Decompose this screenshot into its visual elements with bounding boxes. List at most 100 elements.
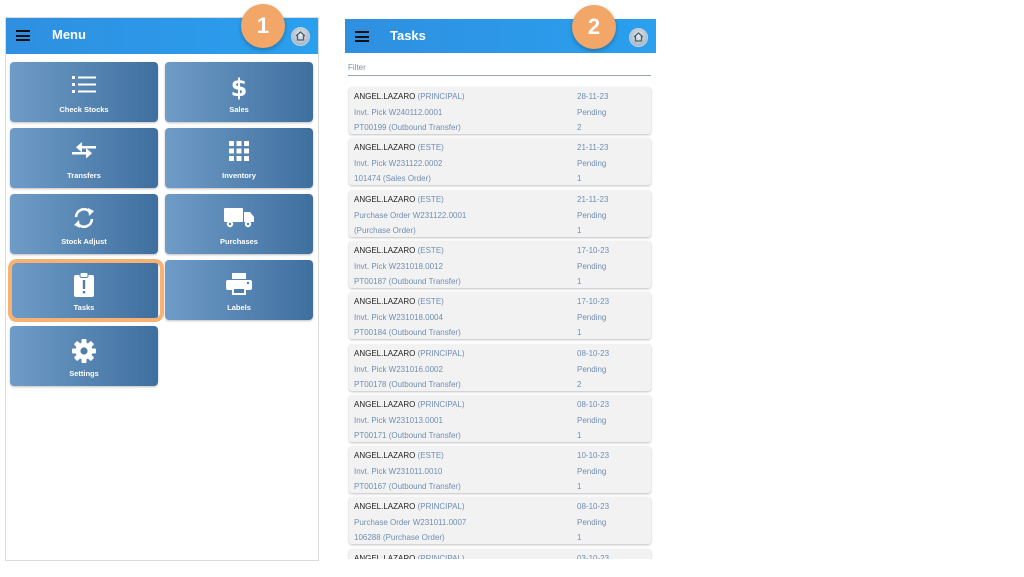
task-date: 28-11-23 [577,92,609,101]
truck-icon [165,206,313,232]
task-branch: (PRINCIPAL) [417,92,465,101]
task-card[interactable]: ANGEL.LAZARO (PRINCIPAL) Purchase Order W… [349,497,651,545]
task-title-line: ANGEL.LAZARO (ESTE) [354,246,444,255]
filter-input[interactable]: Filter [348,61,651,76]
menu-tile-label: Tasks [73,303,95,312]
menu-tile-label: Purchases [220,237,258,246]
task-card[interactable]: ANGEL.LAZARO (PRINCIPAL) Invt. Pick W2401… [349,87,651,134]
page-title: Menu [52,27,86,42]
task-reference: PT00184 (Outbound Transfer) [354,328,461,338]
home-icon[interactable] [291,27,310,46]
task-title-line: ANGEL.LAZARO (ESTE) [354,195,444,204]
task-quantity: 1 [577,225,582,235]
menu-tile-purchases[interactable]: Purchases [165,194,313,254]
task-user: ANGEL.LAZARO [354,297,416,307]
task-status: Pending [577,313,607,323]
task-status: Pending [577,261,607,271]
list-icon [10,74,158,100]
hamburger-menu-icon[interactable] [16,30,30,41]
task-date: 08-10-23 [577,348,610,358]
task-reference: PT00167 (Outbound Transfer) [354,482,461,492]
gear-icon [10,338,158,364]
task-quantity: 1 [577,276,582,286]
page-title: Tasks [390,28,426,43]
task-document: Invt. Pick W231016.0002 [354,364,443,374]
menu-tile-check-stocks[interactable]: Check Stocks [10,62,158,122]
task-document: Invt. Pick W231013.0001 [354,415,443,425]
task-user: ANGEL.LAZARO [354,92,416,101]
task-branch: (ESTE) [417,194,444,204]
task-quantity: 1 [577,482,582,492]
task-status: Pending [577,518,607,528]
task-date: 08-10-23 [577,399,610,409]
menu-tile-label: Check Stocks [59,105,109,114]
task-title-line: ANGEL.LAZARO (PRINCIPAL) [354,502,465,511]
task-card[interactable]: ANGEL.LAZARO (PRINCIPAL) Invt. Pick W2310… [349,394,651,442]
menu-tile-label: Transfers [67,171,101,180]
transfer-arrows-icon [10,140,158,166]
menu-tile-sales[interactable]: $ Sales [165,62,313,122]
task-title-line: ANGEL.LAZARO (ESTE) [354,297,444,306]
task-user: ANGEL.LAZARO [354,553,416,559]
task-document: Invt. Pick W231018.0004 [354,313,443,323]
menu-tile-inventory[interactable]: Inventory [165,128,313,188]
hamburger-menu-icon[interactable] [355,31,369,42]
task-card[interactable]: ANGEL.LAZARO (PRINCIPAL) Invt. Pick W2310… [349,343,651,391]
task-user: ANGEL.LAZARO [354,194,416,204]
task-title-line: ANGEL.LAZARO (ESTE) [354,451,444,460]
menu-tile-transfers[interactable]: Transfers [10,128,158,188]
task-user: ANGEL.LAZARO [354,143,416,153]
task-card[interactable]: ANGEL.LAZARO (ESTE) Purchase Order W23112… [349,189,651,237]
task-reference: 106288 (Purchase Order) [354,533,445,543]
menu-tile-labels[interactable]: Labels [165,260,313,320]
task-status: Pending [577,467,607,477]
filter-placeholder: Filter [348,63,366,72]
menu-tile-label: Sales [229,105,249,114]
task-title-line: ANGEL.LAZARO (PRINCIPAL) [354,400,465,409]
task-card[interactable]: ANGEL.LAZARO (ESTE) Invt. Pick W231011.00… [349,446,651,494]
task-reference: PT00178 (Outbound Transfer) [354,379,461,389]
task-card[interactable]: ANGEL.LAZARO (PRINCIPAL) 03-10-23 [349,548,651,559]
menu-screen: Menu Check Stocks $ Sales Transfers Inve… [5,17,319,561]
printer-icon [165,272,313,298]
task-date: 17-10-23 [577,297,610,307]
menu-tile-label: Settings [69,369,99,378]
task-reference: PT00171 (Outbound Transfer) [354,430,461,440]
task-card[interactable]: ANGEL.LAZARO (ESTE) Invt. Pick W231018.00… [349,292,651,340]
task-quantity: 1 [577,174,582,184]
task-quantity: 2 [577,379,582,389]
task-status: Pending [577,159,607,169]
task-document: Invt. Pick W231122.0002 [354,159,443,169]
menu-tile-stock-adjust[interactable]: Stock Adjust [10,194,158,254]
task-quantity: 1 [577,430,582,440]
task-quantity: 1 [577,328,582,338]
task-user: ANGEL.LAZARO [354,502,416,512]
home-icon[interactable] [629,28,648,47]
task-user: ANGEL.LAZARO [354,245,416,255]
task-user: ANGEL.LAZARO [354,451,416,461]
task-date: 17-10-23 [577,245,610,255]
task-card[interactable]: ANGEL.LAZARO (ESTE) Invt. Pick W231122.00… [349,138,651,186]
task-document: Invt. Pick W240112.0001 [354,108,443,117]
task-branch: (PRINCIPAL) [417,348,465,358]
task-document: Invt. Pick W231018.0012 [354,261,443,271]
task-date: 21-11-23 [577,194,609,204]
task-title-line: ANGEL.LAZARO (PRINCIPAL) [354,349,465,358]
task-branch: (PRINCIPAL) [417,502,465,512]
task-branch: (PRINCIPAL) [417,399,465,409]
task-branch: (ESTE) [417,297,444,307]
grid-icon [165,140,313,166]
task-document: Purchase Order W231011.0007 [354,518,467,528]
menu-tile-settings[interactable]: Settings [10,326,158,386]
task-card[interactable]: ANGEL.LAZARO (ESTE) Invt. Pick W231018.00… [349,240,651,288]
task-branch: (ESTE) [417,143,444,153]
task-quantity: 1 [577,533,582,543]
task-user: ANGEL.LAZARO [354,348,416,358]
task-document: Purchase Order W231122.0001 [354,210,467,220]
task-reference: PT00199 (Outbound Transfer) [354,123,461,132]
task-title-line: ANGEL.LAZARO (PRINCIPAL) [354,554,465,559]
task-status: Pending [577,364,607,374]
menu-tile-tasks[interactable]: Tasks [10,260,158,320]
task-quantity: 2 [577,123,582,132]
task-title-line: ANGEL.LAZARO (ESTE) [354,143,444,152]
